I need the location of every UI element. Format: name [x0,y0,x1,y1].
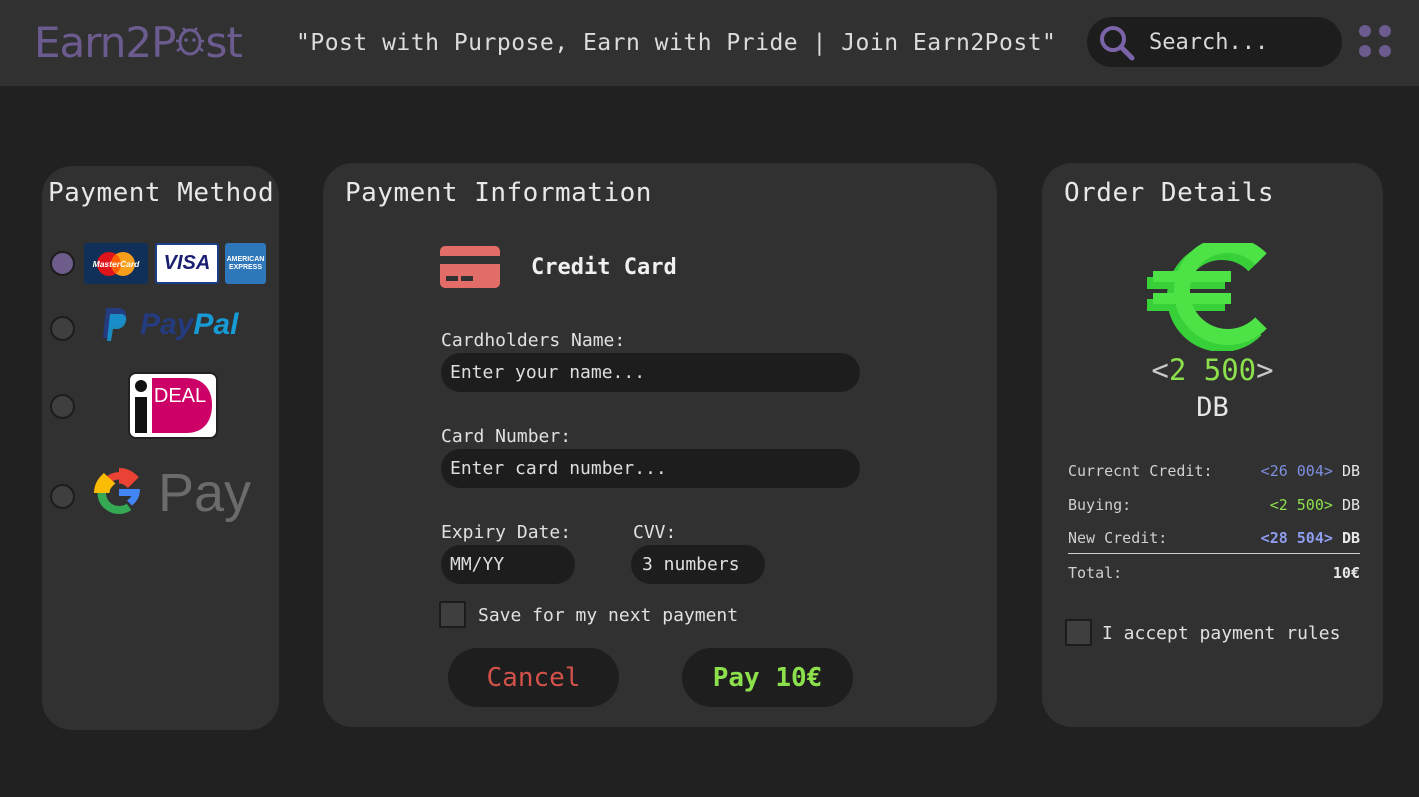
new-credit-row: New Credit: <28 504> DB [1068,529,1360,547]
radio-paypal[interactable] [50,316,75,341]
cvv-label: CVV: [633,522,677,543]
total-row: Total: 10€ [1068,564,1360,582]
save-payment-checkbox[interactable] [439,601,466,628]
radio-gpay[interactable] [50,484,75,509]
amex-logo: AMERICAN EXPRESS [225,243,266,284]
search-icon [1100,26,1135,61]
cardholder-name-field[interactable] [441,353,860,392]
logo-text-start: Earn2P [34,18,176,67]
current-credit-row: Currecnt Credit: <26 004> DB [1068,462,1360,480]
app-logo[interactable]: Earn2P st [34,18,243,67]
payment-method-title: Payment Method [48,178,275,208]
buying-row: Buying: <2 500> DB [1068,496,1360,514]
payment-method-label: Credit Card [531,255,677,280]
visa-logo: VISA [155,243,219,284]
purchase-amount: <2 500> [1151,353,1274,387]
save-payment-label: Save for my next payment [478,605,739,626]
payment-information-title: Payment Information [345,178,652,208]
payment-method-panel: Payment Method MasterCard VISA AMERICAN … [42,166,279,730]
paypal-logo: PayPal [98,306,238,344]
svg-text:DEAL: DEAL [154,385,206,407]
cardholder-name-label: Cardholders Name: [441,330,626,351]
accept-rules-label: I accept payment rules [1102,623,1341,644]
purchase-currency: DB [1196,392,1229,423]
logo-bug-o [175,18,205,67]
tagline: "Post with Purpose, Earn with Pride | Jo… [296,30,1057,56]
logo-text-end: st [205,18,242,67]
card-number-label: Card Number: [441,426,572,447]
grid-menu-icon[interactable] [1356,22,1398,62]
card-number-field[interactable] [441,449,860,488]
top-bar: Earn2P st "Post with Purpose, Earn with P… [0,0,1419,86]
order-details-title: Order Details [1064,178,1274,208]
cvv-field[interactable] [631,545,765,584]
pay-button[interactable]: Pay 10€ [682,648,853,707]
cancel-button[interactable]: Cancel [448,648,619,707]
credit-card-icon [440,246,500,288]
svg-text:MasterCard: MasterCard [93,259,141,269]
expiry-date-label: Expiry Date: [441,522,572,543]
radio-ideal[interactable] [50,394,75,419]
paypal-icon [103,308,127,341]
search-bar[interactable] [1087,17,1342,67]
search-input[interactable] [1149,27,1329,57]
ideal-logo: DEAL [128,372,218,439]
euro-icon [1147,243,1267,351]
radio-cards[interactable] [50,251,75,276]
payment-information-panel: Payment Information Credit Card Cardhold… [323,163,997,727]
accept-rules-checkbox[interactable] [1065,619,1092,646]
totals-divider [1068,553,1360,554]
order-details-panel: Order Details <2 500> DB Currecnt Credit… [1042,163,1383,727]
expiry-date-field[interactable] [441,545,575,584]
mastercard-logo: MasterCard [84,243,148,284]
google-pay-logo: Pay [92,462,251,524]
google-g-icon [94,467,140,515]
